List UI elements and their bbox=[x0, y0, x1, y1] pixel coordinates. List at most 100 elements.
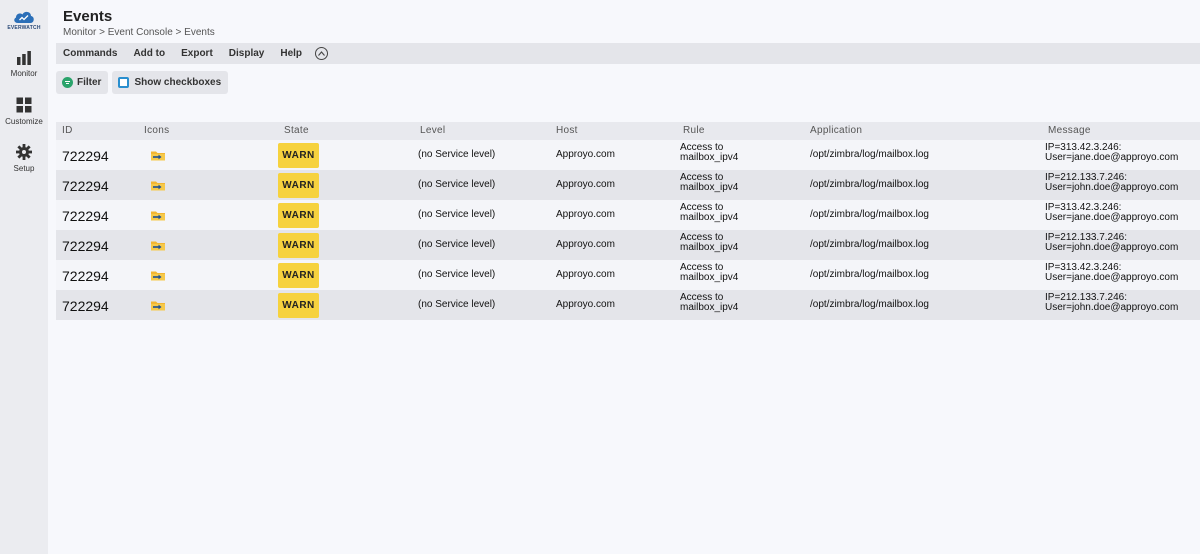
sidebar: EVERWATCH Monitor Customize Setup bbox=[0, 0, 48, 554]
rule: Access to mailbox_ipv4 bbox=[680, 173, 738, 193]
service-level: (no Service level) bbox=[418, 239, 496, 250]
event-id[interactable]: 722294 bbox=[62, 178, 109, 194]
column-header-message[interactable]: Message bbox=[1048, 125, 1091, 136]
state-badge: WARN bbox=[278, 263, 319, 288]
sidebar-item-monitor[interactable]: Monitor bbox=[0, 51, 48, 78]
rule-line: mailbox_ipv4 bbox=[680, 212, 739, 223]
rule-line: mailbox_ipv4 bbox=[680, 242, 739, 253]
column-header-rule[interactable]: Rule bbox=[683, 125, 705, 136]
sidebar-item-setup[interactable]: Setup bbox=[0, 144, 48, 173]
table-row[interactable]: 722294 WARN (no Service level) Approyo.c… bbox=[56, 140, 1200, 170]
brand-name: EVERWATCH bbox=[7, 25, 41, 31]
column-header-application[interactable]: Application bbox=[810, 125, 862, 136]
arrow-folder-icon[interactable] bbox=[150, 210, 166, 221]
host: Approyo.com bbox=[556, 299, 615, 310]
page-header: Events Monitor > Event Console > Events bbox=[63, 8, 215, 38]
sidebar-item-label: Customize bbox=[5, 117, 43, 126]
state-badge: WARN bbox=[278, 203, 319, 228]
toolbar: Filter Show checkboxes bbox=[56, 71, 232, 94]
application: /opt/zimbra/log/mailbox.log bbox=[810, 269, 929, 280]
checkbox-icon bbox=[118, 77, 130, 88]
service-level: (no Service level) bbox=[418, 149, 496, 160]
grid-icon bbox=[16, 97, 32, 113]
table-body: 722294 WARN (no Service level) Approyo.c… bbox=[56, 140, 1200, 320]
message-line: User=jane.doe@approyo.com bbox=[1045, 272, 1179, 283]
application: /opt/zimbra/log/mailbox.log bbox=[810, 149, 929, 160]
menu-bar: Commands Add to Export Display Help bbox=[56, 43, 1200, 64]
filter-icon bbox=[62, 77, 73, 88]
message: IP=212.133.7.246: User=john.doe@approyo.c… bbox=[1045, 233, 1178, 253]
event-id[interactable]: 722294 bbox=[62, 268, 109, 284]
message: IP=212.133.7.246: User=john.doe@approyo.c… bbox=[1045, 293, 1178, 313]
page-title: Events bbox=[63, 8, 113, 25]
message-line: User=jane.doe@approyo.com bbox=[1045, 212, 1179, 223]
application: /opt/zimbra/log/mailbox.log bbox=[810, 209, 929, 220]
column-header-icons[interactable]: Icons bbox=[144, 125, 169, 136]
application: /opt/zimbra/log/mailbox.log bbox=[810, 179, 929, 190]
message: IP=313.42.3.246: User=jane.doe@approyo.co… bbox=[1045, 263, 1178, 283]
state-badge: WARN bbox=[278, 143, 319, 168]
menu-display[interactable]: Display bbox=[229, 48, 265, 59]
service-level: (no Service level) bbox=[418, 269, 496, 280]
event-id[interactable]: 722294 bbox=[62, 208, 109, 224]
message: IP=313.42.3.246: User=jane.doe@approyo.co… bbox=[1045, 143, 1178, 163]
menu-help[interactable]: Help bbox=[280, 48, 302, 59]
message-line: User=john.doe@approyo.com bbox=[1045, 302, 1179, 313]
host: Approyo.com bbox=[556, 179, 615, 190]
rule: Access to mailbox_ipv4 bbox=[680, 233, 738, 253]
arrow-folder-icon[interactable] bbox=[150, 150, 166, 161]
event-id[interactable]: 722294 bbox=[62, 148, 109, 164]
message-line: User=jane.doe@approyo.com bbox=[1045, 152, 1179, 163]
column-header-host[interactable]: Host bbox=[556, 125, 578, 136]
filter-button[interactable]: Filter bbox=[56, 71, 109, 94]
message-line: User=john.doe@approyo.com bbox=[1045, 242, 1179, 253]
chevron-up-circle-icon[interactable] bbox=[315, 47, 329, 60]
event-id[interactable]: 722294 bbox=[62, 238, 109, 254]
column-header-state[interactable]: State bbox=[284, 125, 309, 136]
show-checkboxes-label: Show checkboxes bbox=[134, 77, 222, 88]
table-row[interactable]: 722294 WARN (no Service level) Approyo.c… bbox=[56, 200, 1200, 230]
filter-label: Filter bbox=[77, 77, 102, 88]
table-row[interactable]: 722294 WARN (no Service level) Approyo.c… bbox=[56, 170, 1200, 200]
host: Approyo.com bbox=[556, 269, 615, 280]
rule: Access to mailbox_ipv4 bbox=[680, 263, 738, 283]
arrow-folder-icon[interactable] bbox=[150, 180, 166, 191]
state-badge: WARN bbox=[278, 293, 319, 318]
host: Approyo.com bbox=[556, 149, 615, 160]
service-level: (no Service level) bbox=[418, 299, 496, 310]
table-row[interactable]: 722294 WARN (no Service level) Approyo.c… bbox=[56, 290, 1200, 320]
application: /opt/zimbra/log/mailbox.log bbox=[810, 299, 929, 310]
menu-commands[interactable]: Commands bbox=[63, 48, 117, 59]
arrow-folder-icon[interactable] bbox=[150, 270, 166, 281]
table-row[interactable]: 722294 WARN (no Service level) Approyo.c… bbox=[56, 260, 1200, 290]
event-id[interactable]: 722294 bbox=[62, 298, 109, 314]
rule-line: mailbox_ipv4 bbox=[680, 182, 739, 193]
service-level: (no Service level) bbox=[418, 209, 496, 220]
column-header-level[interactable]: Level bbox=[420, 125, 445, 136]
sidebar-item-label: Setup bbox=[13, 164, 35, 173]
column-header-id[interactable]: ID bbox=[62, 125, 73, 136]
arrow-folder-icon[interactable] bbox=[150, 300, 166, 311]
menu-add-to[interactable]: Add to bbox=[133, 48, 165, 59]
rule-line: mailbox_ipv4 bbox=[680, 302, 739, 313]
menu-export[interactable]: Export bbox=[181, 48, 213, 59]
gear-icon bbox=[16, 144, 32, 160]
events-table: ID Icons State Level Host Rule Applicati… bbox=[56, 122, 1200, 320]
host: Approyo.com bbox=[556, 209, 615, 220]
table-row[interactable]: 722294 WARN (no Service level) Approyo.c… bbox=[56, 230, 1200, 260]
rule: Access to mailbox_ipv4 bbox=[680, 203, 738, 223]
show-checkboxes-button[interactable]: Show checkboxes bbox=[112, 71, 229, 94]
rule: Access to mailbox_ipv4 bbox=[680, 143, 738, 163]
host: Approyo.com bbox=[556, 239, 615, 250]
message: IP=313.42.3.246: User=jane.doe@approyo.co… bbox=[1045, 203, 1178, 223]
rule-line: mailbox_ipv4 bbox=[680, 152, 739, 163]
rule: Access to mailbox_ipv4 bbox=[680, 293, 738, 313]
sidebar-item-label: Monitor bbox=[10, 69, 38, 78]
breadcrumb[interactable]: Monitor > Event Console > Events bbox=[63, 27, 215, 38]
bar-chart-icon bbox=[17, 51, 31, 65]
state-badge: WARN bbox=[278, 233, 319, 258]
arrow-folder-icon[interactable] bbox=[150, 240, 166, 251]
app-logo[interactable]: EVERWATCH bbox=[4, 10, 44, 31]
service-level: (no Service level) bbox=[418, 179, 496, 190]
sidebar-item-customize[interactable]: Customize bbox=[0, 97, 48, 126]
